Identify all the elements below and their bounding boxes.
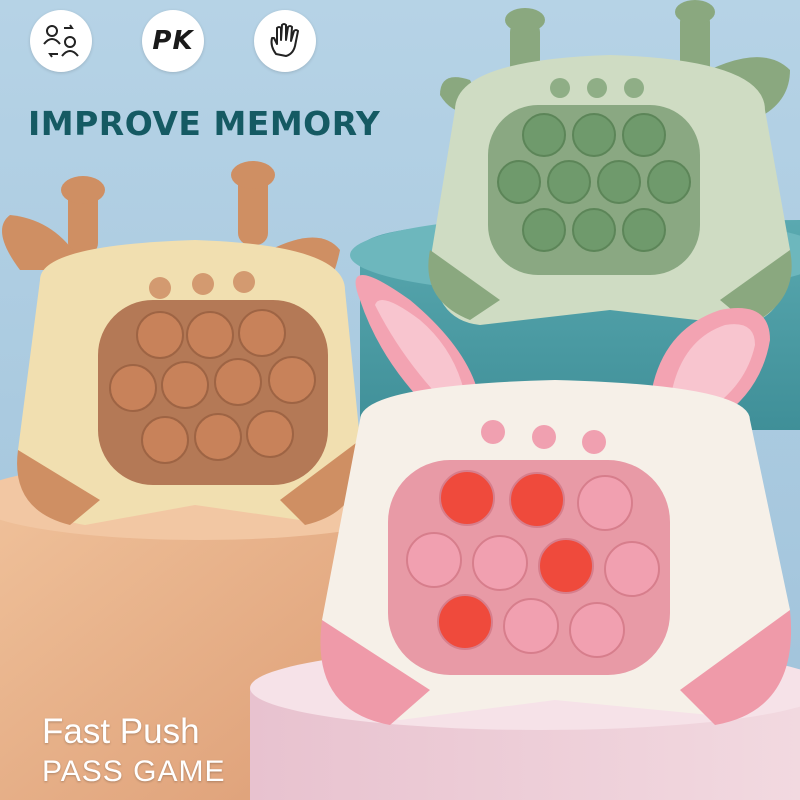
icon-badges: PK [30, 10, 316, 72]
hand-icon [270, 23, 299, 57]
caption-line-2: PASS GAME [42, 755, 226, 788]
headline: IMPROVE MEMORY [28, 104, 381, 143]
pk-label: PK [152, 26, 194, 56]
swap-people-icon [43, 24, 79, 58]
caption-line-1: Fast Push [42, 712, 200, 751]
badge-swap-people [30, 10, 92, 72]
badge-pk: PK [142, 10, 204, 72]
badge-hand [254, 10, 316, 72]
